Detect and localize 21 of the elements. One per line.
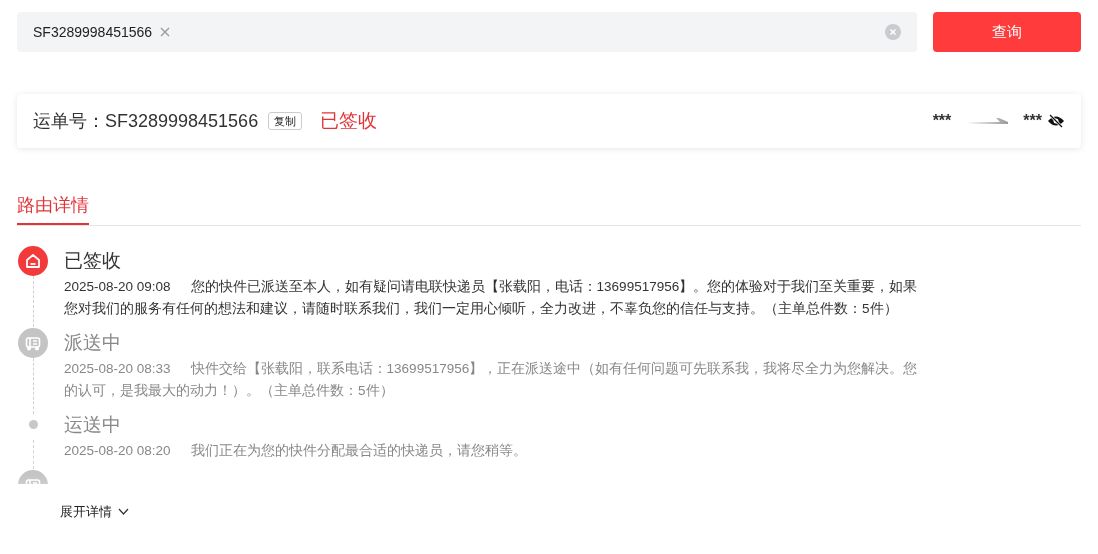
search-field[interactable]: SF3289998451566 (17, 12, 917, 52)
arrow-icon (966, 117, 1009, 125)
expand-details-link[interactable]: 展开详情 (60, 502, 129, 522)
search-tag[interactable]: SF3289998451566 (33, 21, 153, 43)
status-title: 运送中 (64, 413, 122, 437)
event-description: 2025-08-20 09:08 您的快件已派送至本人，如有疑问请电联快递员【张载阳，电话：13699517956】。您的体验对于我们至关重要，如果您对我们的服务有任何的想法和建议，请随时联系我们，我们一定用心倾听，全力改进，不辜负您的信任与支持。（主单总件数：5件） (64, 278, 919, 318)
clear-icon[interactable] (885, 24, 901, 40)
route-tab[interactable]: 路由详情 (17, 192, 89, 225)
event-description: 2025-08-20 08:33 快件交给【张载阳，联系电话：13699517956】，正在派送途中（如有任何问题可先联系我，我将尽全力为您解决。您的认可，是我最大的动力！）。（主单总件数：5件） (64, 360, 919, 400)
eye-hidden-icon[interactable] (1047, 114, 1065, 128)
copy-button[interactable]: 复制 (268, 112, 303, 130)
close-icon[interactable] (160, 27, 171, 37)
chevron-down-icon (118, 508, 129, 516)
origin-text: *** (932, 111, 952, 131)
status-title: 已签收 (64, 249, 122, 273)
waybill-number: 运单号：SF3289998451566 (33, 109, 259, 133)
status-title: 派送中 (64, 331, 122, 355)
destination-text: *** (1023, 111, 1042, 131)
query-button[interactable]: 查询 (933, 12, 1081, 52)
event-description: 2025-08-20 08:20 我们正在为您的快件分配最合适的快递员，请您稍等。 (64, 442, 528, 460)
status-text: 已签收 (320, 108, 378, 133)
